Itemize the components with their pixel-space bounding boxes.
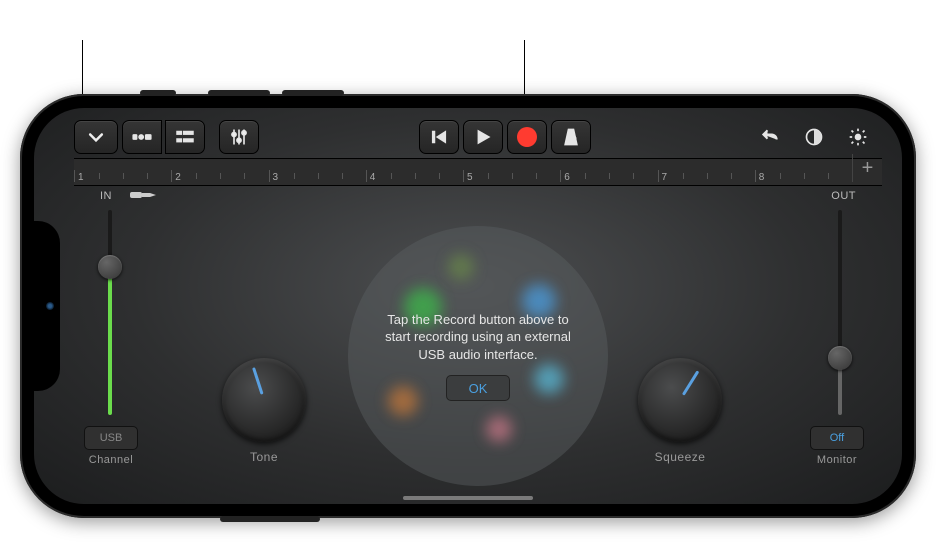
skip-back-icon (429, 127, 449, 147)
sliders-button[interactable] (219, 120, 259, 154)
hint-ok-button[interactable]: OK (446, 375, 510, 401)
half-circle-icon (804, 127, 824, 147)
bar-label: 2 (175, 172, 181, 183)
squeeze-knob[interactable] (638, 358, 722, 442)
browser-button[interactable] (74, 120, 118, 154)
auto-button[interactable] (794, 120, 834, 154)
settings-button[interactable] (838, 120, 878, 154)
toolbar (74, 116, 882, 158)
side-button (220, 516, 320, 522)
sliders-icon (229, 127, 249, 147)
side-button (208, 90, 270, 96)
play-icon (473, 127, 493, 147)
record-icon (517, 127, 537, 147)
jack-plug-icon (130, 186, 158, 209)
channel-button[interactable]: USB (84, 426, 138, 450)
rewind-button[interactable] (419, 120, 459, 154)
gear-icon (848, 127, 868, 147)
squeeze-label: Squeeze (638, 450, 722, 464)
bar-label: 8 (759, 172, 765, 183)
home-indicator[interactable] (403, 496, 533, 500)
device-frame: 1 2 3 4 5 6 7 8 + IN USB Channel To (20, 94, 916, 518)
hint-bubble: Tap the Record button above to start rec… (348, 226, 608, 486)
bar-label: 5 (467, 172, 473, 183)
bar-label: 1 (78, 172, 84, 183)
tone-label: Tone (222, 450, 306, 464)
bar-label: 3 (273, 172, 279, 183)
bar-label: 6 (564, 172, 570, 183)
channel-label: Channel (84, 454, 138, 466)
in-level-slider[interactable] (98, 210, 122, 415)
metronome-button[interactable] (551, 120, 591, 154)
in-label: IN (100, 190, 112, 202)
undo-button[interactable] (750, 120, 790, 154)
out-level-slider[interactable] (828, 210, 852, 415)
track-view-button[interactable] (122, 120, 162, 154)
chevron-down-icon (86, 127, 106, 147)
screen: 1 2 3 4 5 6 7 8 + IN USB Channel To (34, 108, 902, 504)
side-button (282, 90, 344, 96)
tracks-list-icon (175, 127, 195, 147)
track-view-icon (132, 127, 152, 147)
out-label: OUT (831, 190, 856, 202)
metronome-icon (561, 127, 581, 147)
timeline-ruler[interactable]: 1 2 3 4 5 6 7 8 + (74, 158, 882, 186)
hint-text: Tap the Record button above to start rec… (378, 311, 578, 364)
tone-knob[interactable] (222, 358, 306, 442)
bar-label: 7 (662, 172, 668, 183)
notch (34, 221, 60, 391)
play-button[interactable] (463, 120, 503, 154)
main-panel: IN USB Channel Tone Tap the Record (74, 186, 882, 492)
undo-icon (760, 127, 780, 147)
side-button (140, 90, 176, 96)
monitor-label: Monitor (810, 454, 864, 466)
monitor-button[interactable]: Off (810, 426, 864, 450)
add-section-button[interactable]: + (852, 154, 882, 182)
tracks-list-button[interactable] (165, 120, 205, 154)
record-button[interactable] (507, 120, 547, 154)
bar-label: 4 (370, 172, 376, 183)
